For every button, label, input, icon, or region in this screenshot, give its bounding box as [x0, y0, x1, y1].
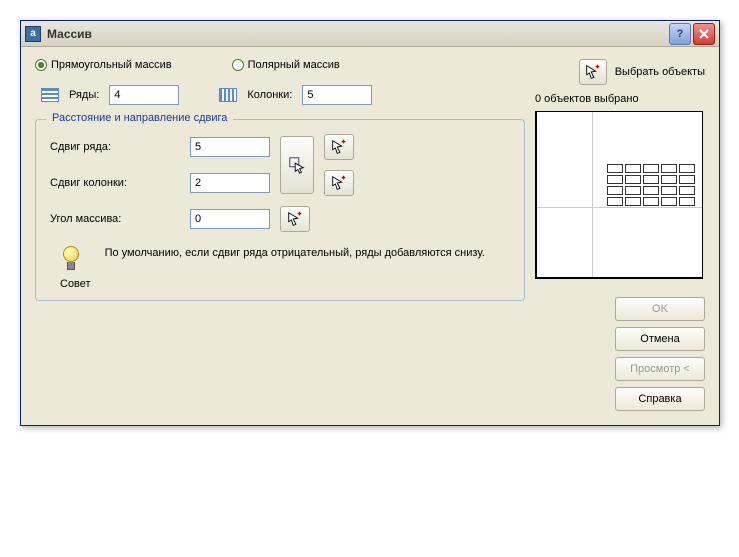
preview-axis-h [537, 207, 702, 208]
columns-icon [219, 88, 237, 102]
select-objects-button[interactable] [579, 59, 607, 85]
tip-heading: Совет [60, 278, 91, 290]
window-title: Массив [47, 27, 667, 41]
dialog-buttons: OK Отмена Просмотр < Справка [535, 297, 705, 411]
rows-icon [41, 88, 59, 102]
tip-row: Совет По умолчанию, если сдвиг ряда отри… [50, 246, 510, 290]
angle-label: Угол массива: [50, 213, 190, 225]
select-objects-row: Выбрать объекты [535, 59, 705, 85]
dialog-body: Прямоугольный массив Полярный массив Ряд… [21, 47, 719, 425]
pick-cursor-icon [286, 210, 304, 228]
titlebar-close-button[interactable] [693, 23, 715, 45]
radio-dot-icon [35, 59, 47, 71]
polar-array-label: Полярный массив [248, 59, 340, 71]
titlebar-help-button[interactable]: ? [669, 23, 691, 45]
lightbulb-icon [60, 246, 82, 274]
column-offset-input[interactable] [190, 173, 270, 193]
rows-label: Ряды: [69, 89, 99, 101]
columns-label: Колонки: [247, 89, 292, 101]
help-button[interactable]: Справка [615, 387, 705, 411]
pick-cursor-icon [330, 174, 348, 192]
select-objects-label: Выбрать объекты [615, 66, 705, 78]
tip-icon-block: Совет [60, 246, 91, 290]
cancel-button[interactable]: Отмена [615, 327, 705, 351]
pick-row-offset-button[interactable] [324, 134, 354, 160]
rectangular-array-label: Прямоугольный массив [51, 59, 172, 71]
array-dialog: a Массив ? Прямоугольный массив Полярный… [20, 20, 720, 426]
row-offset-input[interactable] [190, 137, 270, 157]
select-cursor-icon [584, 63, 602, 81]
app-icon: a [25, 26, 41, 42]
left-column: Прямоугольный массив Полярный массив Ряд… [35, 59, 525, 411]
rows-input[interactable] [109, 85, 179, 105]
row-offset-label: Сдвиг ряда: [50, 141, 190, 153]
pick-both-offsets-button[interactable] [280, 136, 314, 194]
offset-grid: Сдвиг ряда: Сдвиг коло [50, 134, 510, 232]
tip-text: По умолчанию, если сдвиг ряда отрицатель… [105, 246, 510, 261]
radio-dot-icon [232, 59, 244, 71]
selection-status: 0 объектов выбрано [535, 93, 705, 105]
array-type-row: Прямоугольный массив Полярный массив [35, 59, 525, 71]
ok-button[interactable]: OK [615, 297, 705, 321]
columns-input[interactable] [302, 85, 372, 105]
column-offset-label: Сдвиг колонки: [50, 177, 190, 189]
pick-column-offset-button[interactable] [324, 170, 354, 196]
polar-array-radio[interactable]: Полярный массив [232, 59, 340, 71]
preview-button[interactable]: Просмотр < [615, 357, 705, 381]
right-column: Выбрать объекты 0 объектов выбрано OK От… [535, 59, 705, 411]
pick-angle-button[interactable] [280, 206, 310, 232]
rows-cols-row: Ряды: Колонки: [35, 85, 525, 105]
offset-fieldset: Расстояние и направление сдвига Сдвиг ря… [35, 119, 525, 301]
preview-area [535, 111, 703, 279]
pick-cursor-icon [330, 138, 348, 156]
preview-axis-v [592, 112, 593, 277]
angle-input[interactable] [190, 209, 270, 229]
pick-point-icon [288, 156, 306, 174]
rectangular-array-radio[interactable]: Прямоугольный массив [35, 59, 172, 71]
titlebar: a Массив ? [21, 21, 719, 47]
preview-grid [607, 164, 695, 206]
offset-legend: Расстояние и направление сдвига [46, 112, 233, 124]
